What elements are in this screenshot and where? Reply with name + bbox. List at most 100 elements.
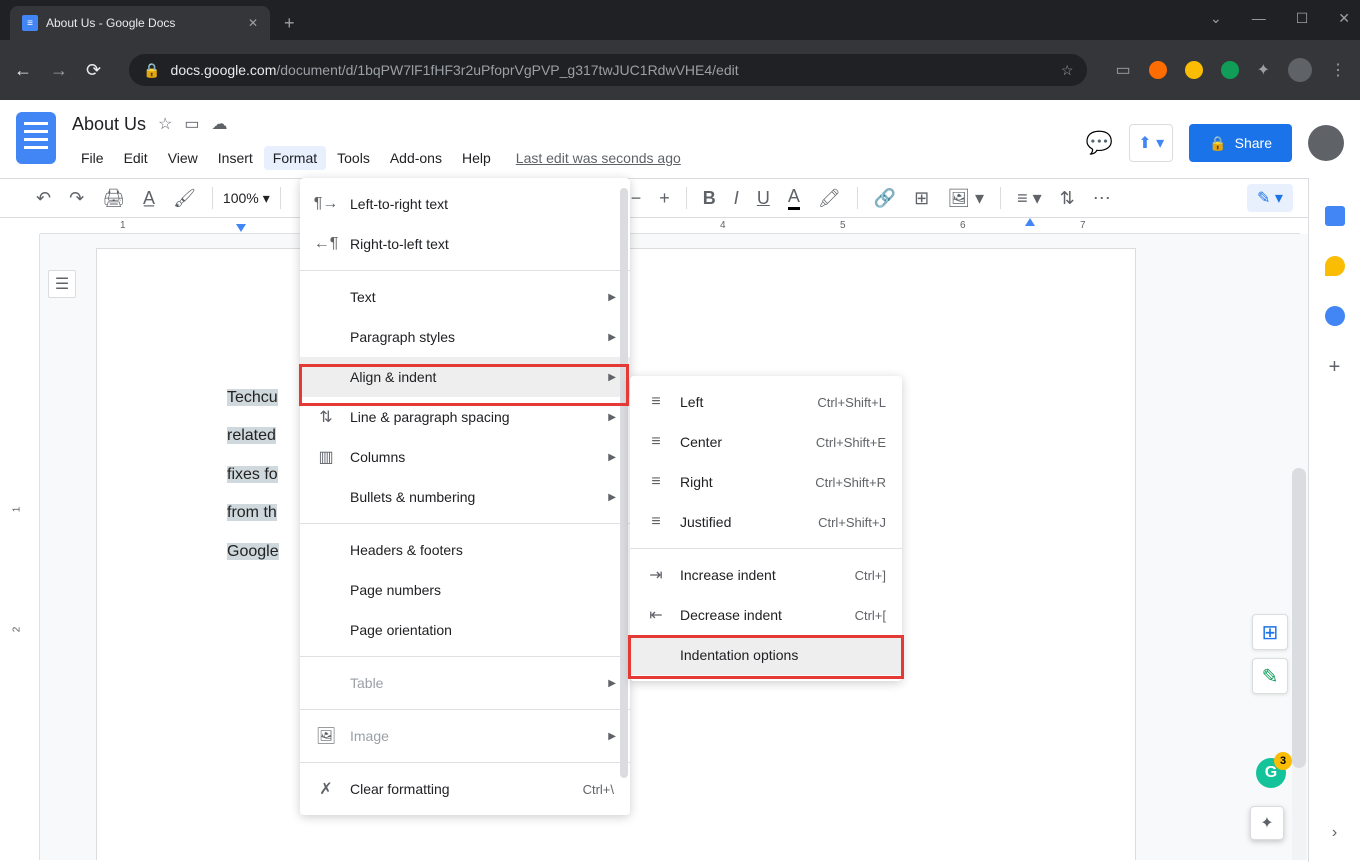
explore-button[interactable]: ✦ [1250, 806, 1284, 840]
editing-mode-button[interactable]: ✎ ▾ [1247, 184, 1293, 212]
menuitem-text[interactable]: Text ▶ [300, 277, 630, 317]
star-bookmark-icon[interactable]: ☆ [1061, 62, 1074, 79]
new-tab-button[interactable]: + [284, 13, 295, 34]
docs-logo-icon[interactable] [16, 112, 56, 164]
menu-insert[interactable]: Insert [209, 146, 262, 170]
horizontal-ruler[interactable]: 1 4 5 6 7 [40, 218, 1300, 234]
insert-comment-button[interactable]: ⊞ [908, 184, 935, 213]
menuitem-decrease-indent[interactable]: ⇤ Decrease indent Ctrl+[ [630, 595, 902, 635]
menuitem-image[interactable]: 🖼 Image ▶ [300, 716, 630, 756]
line-spacing-button[interactable]: ⇅ [1054, 184, 1081, 213]
menu-tools[interactable]: Tools [328, 146, 379, 170]
menuitem-columns[interactable]: ▥ Columns ▶ [300, 437, 630, 477]
star-icon[interactable]: ☆ [158, 114, 172, 134]
italic-button[interactable]: I [728, 184, 745, 213]
maximize-icon[interactable]: ☐ [1296, 10, 1309, 27]
calendar-app-icon[interactable] [1325, 206, 1345, 226]
move-icon[interactable]: ▭ [184, 114, 199, 134]
menuitem-increase-indent[interactable]: ⇥ Increase indent Ctrl+] [630, 555, 902, 595]
browser-menu-icon[interactable]: ⋮ [1330, 60, 1346, 80]
profile-avatar-icon[interactable] [1288, 58, 1312, 82]
menuitem-align-left[interactable]: ≡ Left Ctrl+Shift+L [630, 382, 902, 422]
menuitem-align-right[interactable]: ≡ Right Ctrl+Shift+R [630, 462, 902, 502]
menuitem-align-center[interactable]: ≡ Center Ctrl+Shift+E [630, 422, 902, 462]
expand-side-panel-icon[interactable]: › [1332, 824, 1337, 842]
align-indent-submenu: ≡ Left Ctrl+Shift+L ≡ Center Ctrl+Shift+… [630, 376, 902, 681]
menuitem-paragraph-styles[interactable]: Paragraph styles ▶ [300, 317, 630, 357]
comments-history-icon[interactable]: 💬 [1086, 130, 1113, 156]
keep-app-icon[interactable] [1325, 256, 1345, 276]
extensions-puzzle-icon[interactable]: ✦ [1257, 60, 1270, 80]
insert-image-button[interactable]: 🖼 ▾ [941, 184, 990, 213]
menuitem-indentation-options[interactable]: Indentation options [630, 635, 902, 675]
scrollbar-thumb[interactable] [620, 188, 628, 778]
menu-view[interactable]: View [159, 146, 207, 170]
minimize-icon[interactable]: — [1252, 10, 1266, 27]
docs-favicon-icon: ≡ [22, 15, 38, 31]
extension-icon[interactable] [1149, 61, 1167, 79]
menu-scrollbar[interactable] [620, 184, 628, 804]
reload-button[interactable]: ⟳ [86, 60, 101, 81]
menu-file[interactable]: File [72, 146, 113, 170]
align-button[interactable]: ≡ ▾ [1011, 184, 1048, 213]
account-avatar[interactable] [1308, 125, 1344, 161]
redo-button[interactable]: ↷ [63, 184, 90, 213]
menuitem-page-numbers[interactable]: Page numbers [300, 570, 630, 610]
menu-edit[interactable]: Edit [115, 146, 157, 170]
present-button[interactable]: ⬆ ▾ [1129, 124, 1173, 162]
first-line-indent-marker[interactable] [236, 224, 246, 232]
separator [630, 548, 902, 549]
grammarly-button[interactable]: G3 [1256, 758, 1286, 788]
add-comment-button[interactable]: ⊞ [1252, 614, 1288, 650]
close-tab-icon[interactable]: ✕ [248, 16, 258, 30]
forward-button[interactable]: → [50, 60, 68, 81]
browser-tab[interactable]: ≡ About Us - Google Docs ✕ [10, 6, 270, 40]
menu-addons[interactable]: Add-ons [381, 146, 451, 170]
underline-button[interactable]: U [751, 184, 776, 213]
menuitem-align-justified[interactable]: ≡ Justified Ctrl+Shift+J [630, 502, 902, 542]
zoom-selector[interactable]: 100% ▾ [223, 190, 270, 207]
menu-format[interactable]: Format [264, 146, 326, 170]
menuitem-align-indent[interactable]: Align & indent ▶ [300, 357, 630, 397]
insert-link-button[interactable]: 🔗 [868, 184, 902, 213]
highlight-button[interactable]: 🖍 [812, 184, 847, 213]
vertical-ruler[interactable]: 1 2 [0, 234, 40, 860]
close-window-icon[interactable]: ✕ [1338, 10, 1350, 27]
window-dropdown-icon[interactable]: ⌄ [1210, 10, 1222, 27]
paint-format-button[interactable]: 🖌 [167, 184, 202, 213]
menuitem-bullets-numbering[interactable]: Bullets & numbering ▶ [300, 477, 630, 517]
menuitem-rtl[interactable]: ←¶ Right-to-left text [300, 224, 630, 264]
spellcheck-button[interactable]: A̲ [137, 184, 161, 213]
last-edit-link[interactable]: Last edit was seconds ago [516, 150, 681, 166]
menuitem-page-orientation[interactable]: Page orientation [300, 610, 630, 650]
bold-button[interactable]: B [697, 184, 722, 213]
menuitem-clear-formatting[interactable]: ✗ Clear formatting Ctrl+\ [300, 769, 630, 809]
scrollbar-thumb[interactable] [1292, 468, 1306, 768]
extension-icon[interactable] [1185, 61, 1203, 79]
menuitem-line-spacing[interactable]: ⇅ Line & paragraph spacing ▶ [300, 397, 630, 437]
more-button[interactable]: ⋯ [1087, 184, 1117, 213]
document-title[interactable]: About Us [72, 114, 146, 135]
extension-icon[interactable]: ▭ [1115, 60, 1130, 80]
menuitem-table[interactable]: Table ▶ [300, 663, 630, 703]
undo-button[interactable]: ↶ [30, 184, 57, 213]
back-button[interactable]: ← [14, 60, 32, 81]
right-indent-marker[interactable] [1025, 218, 1035, 226]
print-button[interactable]: 🖨 [96, 184, 131, 213]
menuitem-headers-footers[interactable]: Headers & footers [300, 530, 630, 570]
text-color-button[interactable]: A [782, 182, 806, 214]
suggest-edits-button[interactable]: ✎ [1252, 658, 1288, 694]
add-app-icon[interactable]: + [1329, 356, 1341, 379]
document-outline-button[interactable]: ☰ [48, 270, 76, 298]
menuitem-ltr[interactable]: ¶→ Left-to-right text [300, 184, 630, 224]
vertical-scrollbar[interactable] [1292, 468, 1306, 860]
extension-icon[interactable] [1221, 61, 1239, 79]
line-spacing-icon: ⇅ [316, 407, 336, 427]
cloud-status-icon[interactable]: ☁ [212, 114, 228, 134]
tasks-app-icon[interactable] [1325, 306, 1345, 326]
menu-help[interactable]: Help [453, 146, 500, 170]
header-main: About Us ☆ ▭ ☁ File Edit View Insert For… [72, 108, 1086, 178]
url-input[interactable]: 🔒 docs.google.com/document/d/1bqPW7lF1fH… [129, 54, 1087, 86]
increase-font-button[interactable]: + [653, 184, 676, 213]
share-button[interactable]: 🔒 Share [1189, 124, 1292, 162]
